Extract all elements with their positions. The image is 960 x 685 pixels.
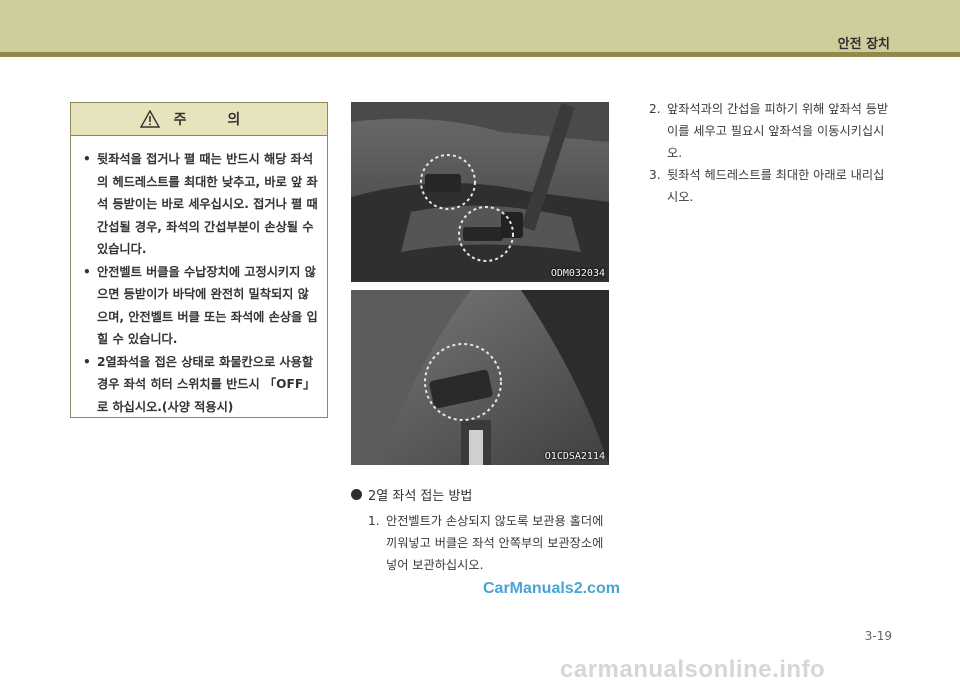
watermark-online[interactable]: carmanualsonline.info (560, 656, 825, 684)
step-2: 2. 앞좌석과의 간섭을 피하기 위해 앞좌석 등받이를 세우고 필요시 앞좌석… (649, 98, 894, 164)
step-text: 뒷좌석 헤드레스트를 최대한 아래로 내리십시오. (667, 168, 885, 204)
step-text: 앞좌석과의 간섭을 피하기 위해 앞좌석 등받이를 세우고 필요시 앞좌석을 이… (667, 102, 889, 160)
step-3: 3. 뒷좌석 헤드레스트를 최대한 아래로 내리십시오. (649, 164, 894, 208)
step-text: 안전벨트가 손상되지 않도록 보관용 홀더에 끼워넣고 버클은 좌석 안쪽부의 … (386, 514, 604, 572)
seat-photo-1-illustration (351, 102, 609, 282)
photo-code: O1CDSA2114 (544, 451, 605, 462)
seat-photo-2-illustration (351, 290, 609, 465)
step-1: 1. 안전벨트가 손상되지 않도록 보관용 홀더에 끼워넣고 버클은 좌석 안쪽… (368, 510, 618, 576)
header-divider (0, 52, 960, 57)
seat-photo-1: ODM032034 (351, 102, 609, 282)
caution-item: 안전벨트 버클을 수납장치에 고정시키지 않으면 등받이가 바닥에 완전히 밀착… (83, 261, 319, 351)
photo-code: ODM032034 (550, 268, 605, 279)
watermark-carmanuals[interactable]: CarManuals2.com (483, 580, 620, 598)
caution-item: 뒷좌석을 접거나 펼 때는 반드시 해당 좌석의 헤드레스트를 최대한 낮추고,… (83, 148, 319, 261)
section-title: 안전 장치 (837, 37, 890, 52)
caution-list: 뒷좌석을 접거나 펼 때는 반드시 해당 좌석의 헤드레스트를 최대한 낮추고,… (71, 136, 327, 418)
page-number: 3-19 (864, 629, 892, 643)
step-number: 2. (649, 102, 661, 116)
step-number: 3. (649, 168, 661, 182)
caution-title: 주 의 (173, 112, 259, 128)
bullet-circle-icon (351, 489, 362, 500)
step-number: 1. (368, 514, 380, 528)
seat-photo-2: O1CDSA2114 (351, 290, 609, 465)
caution-header: 주 의 (71, 103, 327, 136)
warning-triangle-icon (139, 110, 160, 128)
header-bar (0, 0, 960, 52)
fold-heading: 2열 좌석 접는 방법 (351, 485, 472, 504)
caution-box: 주 의 뒷좌석을 접거나 펼 때는 반드시 해당 좌석의 헤드레스트를 최대한 … (70, 102, 328, 418)
fold-heading-text: 2열 좌석 접는 방법 (368, 489, 473, 504)
caution-item: 2열좌석을 접은 상태로 화물칸으로 사용할 경우 좌석 히터 스위치를 반드시… (83, 351, 319, 419)
